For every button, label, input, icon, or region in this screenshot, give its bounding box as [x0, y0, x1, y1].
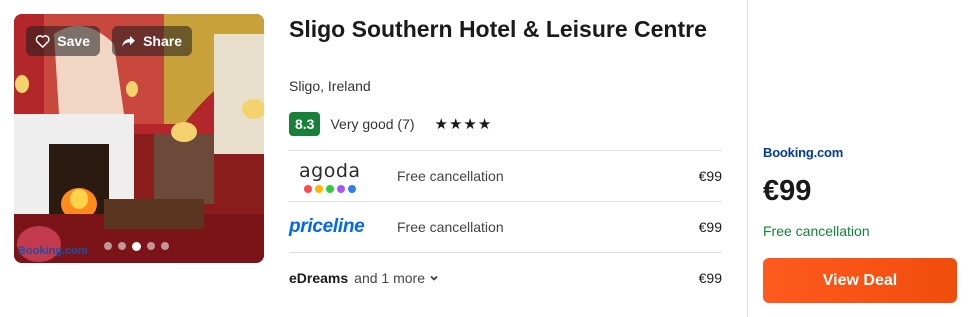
- hotel-photo-carousel[interactable]: Save Share Booking.com: [14, 14, 264, 263]
- more-providers-toggle[interactable]: and 1 more: [354, 270, 439, 286]
- featured-cancellation: Free cancellation: [763, 223, 870, 239]
- agoda-logo-dot: [303, 184, 312, 193]
- provider-cancellation: Free cancellation: [397, 219, 504, 235]
- booking-logo: Booking.com: [763, 145, 844, 160]
- share-label: Share: [143, 33, 182, 49]
- save-button[interactable]: Save: [26, 26, 100, 56]
- agoda-logo-dot: [314, 184, 323, 193]
- hotel-name[interactable]: Sligo Southern Hotel & Leisure Centre: [289, 14, 709, 44]
- share-arrow-icon: [122, 36, 135, 47]
- rating-row: 8.3 Very good (7) ★★★★: [289, 112, 492, 136]
- provider-price: €99: [698, 270, 722, 286]
- photo-watermark: Booking.com: [18, 245, 88, 257]
- carousel-dot[interactable]: [118, 242, 126, 250]
- agoda-logo-dot: [336, 184, 345, 193]
- save-label: Save: [57, 33, 90, 49]
- carousel-dot[interactable]: [161, 242, 169, 250]
- edreams-label: eDreams: [289, 270, 349, 286]
- agoda-logo-dot: [347, 184, 356, 193]
- agoda-logo: agoda: [289, 151, 397, 202]
- hotel-card: Save Share Booking.com Sligo Southern Ho…: [0, 0, 970, 317]
- more-providers-label: and 1 more: [354, 270, 425, 286]
- share-button[interactable]: Share: [112, 26, 192, 56]
- carousel-dot[interactable]: [104, 242, 112, 250]
- priceline-logo-text: priceline: [289, 216, 365, 237]
- carousel-dots: [104, 242, 169, 251]
- provider-price: €99: [698, 168, 722, 184]
- star-rating: ★★★★: [434, 116, 493, 133]
- agoda-logo-dot: [325, 184, 334, 193]
- agoda-logo-text: agoda: [299, 159, 361, 182]
- agoda-logo-dots: [303, 184, 356, 193]
- provider-row-priceline[interactable]: priceline Free cancellation €99: [289, 201, 722, 252]
- carousel-dot[interactable]: [132, 242, 141, 251]
- priceline-logo: priceline: [289, 202, 397, 253]
- chevron-down-icon: [430, 275, 438, 281]
- review-score-badge: 8.3: [289, 112, 321, 136]
- featured-price: €99: [763, 175, 812, 207]
- heart-icon: [35, 35, 50, 48]
- carousel-dot[interactable]: [147, 242, 155, 250]
- provider-cancellation: Free cancellation: [397, 168, 504, 184]
- review-summary[interactable]: Very good (7): [330, 116, 414, 132]
- hotel-location: Sligo, Ireland: [289, 78, 371, 94]
- provider-row-edreams[interactable]: eDreams and 1 more €99: [289, 252, 722, 303]
- column-divider: [747, 0, 748, 317]
- provider-row-agoda[interactable]: agoda Free cancellation €99: [289, 150, 722, 201]
- provider-price: €99: [698, 219, 722, 235]
- view-deal-button[interactable]: View Deal: [763, 258, 957, 303]
